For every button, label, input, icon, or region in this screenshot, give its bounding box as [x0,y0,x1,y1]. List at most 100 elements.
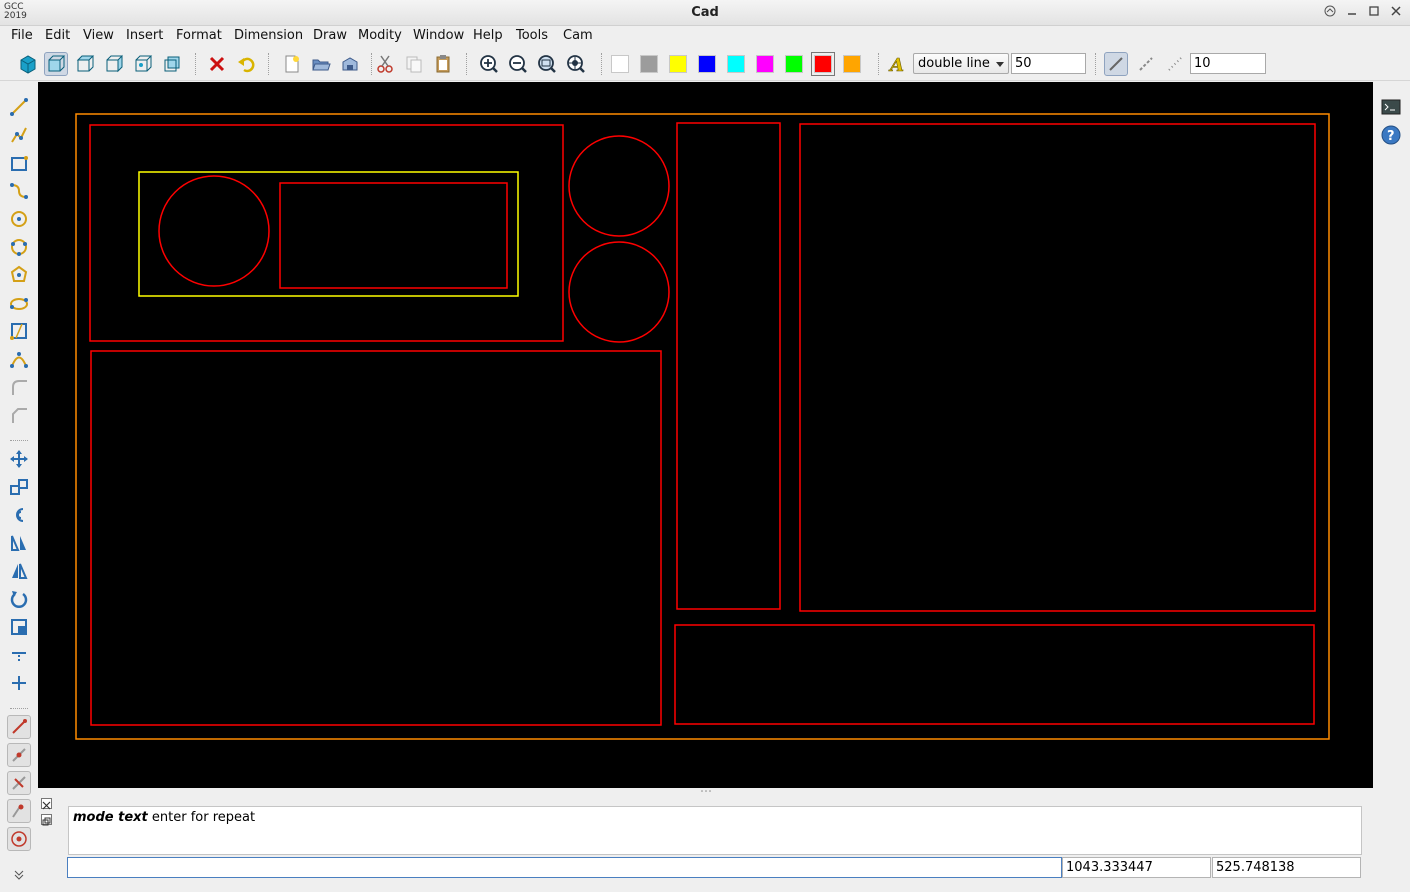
menu-cam[interactable]: Cam [563,28,593,43]
rotate-button[interactable] [7,587,31,611]
window-shade-button[interactable] [1321,4,1339,22]
color-white-swatch[interactable] [611,55,629,73]
selected-group-rect[interactable] [138,171,519,297]
line-style-dashed-button[interactable] [1134,52,1158,76]
panel-top-left-rect[interactable] [89,124,564,342]
color-blue-swatch[interactable] [698,55,716,73]
window-close-button[interactable] [1387,4,1405,22]
ellipse-tool-icon [10,298,28,310]
color-magenta-swatch[interactable] [756,55,774,73]
delete-button[interactable] [205,52,229,76]
draw-hatch-button[interactable] [7,319,31,343]
spacing-input[interactable] [1190,53,1266,74]
extend-button[interactable] [7,671,31,695]
draw-polyline-button[interactable] [7,123,31,147]
dock-close-button[interactable] [41,798,52,810]
left-toolbar-more-button[interactable] [7,868,31,882]
copy-entity-button[interactable] [7,475,31,499]
view-3d-button[interactable] [16,52,40,76]
draw-chamfer-button[interactable] [7,403,31,427]
zoom-window-button[interactable] [564,52,588,76]
open-file-button[interactable] [309,52,333,76]
draw-fillet-button[interactable] [7,375,31,399]
drawing-canvas[interactable] [38,82,1373,788]
circle-top[interactable] [568,135,670,237]
cut-button[interactable] [373,52,397,76]
window-minimize-button[interactable] [1343,4,1361,22]
menu-view[interactable]: View [83,28,114,43]
mirror-button[interactable] [7,531,31,555]
menu-file[interactable]: File [11,28,33,43]
trim-button[interactable] [7,643,31,667]
scale-icon [11,619,27,635]
draw-spline-button[interactable] [7,179,31,203]
view-left-button[interactable] [131,52,155,76]
inner-rect-in-group[interactable] [279,182,508,289]
new-file-button[interactable] [280,52,304,76]
command-input[interactable] [67,857,1062,878]
circle-in-group[interactable] [158,175,270,287]
menu-tools[interactable]: Tools [516,28,548,43]
help-button[interactable]: ? [1379,123,1403,147]
circle-bottom[interactable] [568,241,670,343]
large-right-rect[interactable] [799,123,1316,612]
menu-insert[interactable]: Insert [126,28,163,43]
color-cyan-swatch[interactable] [727,55,745,73]
color-yellow-swatch[interactable] [669,55,687,73]
color-green-swatch[interactable] [785,55,803,73]
copy-button[interactable] [402,52,426,76]
line-width-input[interactable] [1011,53,1086,74]
menu-edit[interactable]: Edit [45,28,70,43]
save-file-button[interactable] [338,52,362,76]
draw-circle-3p-button[interactable] [7,235,31,259]
menu-format[interactable]: Format [176,28,222,43]
menu-window[interactable]: Window [413,28,464,43]
menu-draw[interactable]: Draw [313,28,347,43]
menu-help[interactable]: Help [473,28,503,43]
chevron-double-down-icon [14,870,24,880]
snap-center-button[interactable] [7,827,31,851]
menu-modity[interactable]: Modity [358,28,402,43]
view-front-button[interactable] [44,52,68,76]
tall-narrow-rect[interactable] [676,122,781,610]
draw-ellipse-button[interactable] [7,291,31,315]
paste-button[interactable] [431,52,455,76]
menu-dimension[interactable]: Dimension [234,28,303,43]
view-right-button[interactable] [102,52,126,76]
snap-free-button[interactable] [7,715,31,739]
draw-circle-button[interactable] [7,207,31,231]
splitter-handle[interactable] [38,788,1373,792]
scale-button[interactable] [7,615,31,639]
text-style-button[interactable]: A [885,52,909,76]
offset-button[interactable] [7,503,31,527]
color-gray-swatch[interactable] [640,55,658,73]
view-top-button[interactable] [73,52,97,76]
view-back-button[interactable] [160,52,184,76]
terminal-button[interactable] [1379,95,1403,119]
drawing-svg[interactable] [38,82,1373,788]
zoom-out-button[interactable] [506,52,530,76]
mirror-axis-button[interactable] [7,559,31,583]
draw-line-button[interactable] [7,95,31,119]
line-style-solid-button[interactable] [1104,52,1128,76]
color-red-swatch[interactable] [811,52,835,76]
snap-intersection-button[interactable] [7,799,31,823]
zoom-in-button[interactable] [477,52,501,76]
zoom-fit-button[interactable] [535,52,559,76]
dock-float-button[interactable] [41,814,52,826]
zoom-fit-icon [538,55,556,73]
line-style-dotted-button[interactable] [1163,52,1187,76]
color-orange-swatch[interactable] [843,55,861,73]
move-button[interactable] [7,447,31,471]
command-mode-label: mode text [73,810,148,825]
linetype-select[interactable]: double line [913,53,1009,74]
draw-rectangle-button[interactable] [7,151,31,175]
draw-polygon-button[interactable] [7,263,31,287]
snap-endpoint-button[interactable] [7,743,31,767]
undo-button[interactable] [234,52,258,76]
snap-midpoint-button[interactable] [7,771,31,795]
large-bottom-left-rect[interactable] [90,350,662,726]
window-maximize-button[interactable] [1365,4,1383,22]
draw-bezier-button[interactable] [7,347,31,371]
bottom-right-rect[interactable] [674,624,1315,725]
